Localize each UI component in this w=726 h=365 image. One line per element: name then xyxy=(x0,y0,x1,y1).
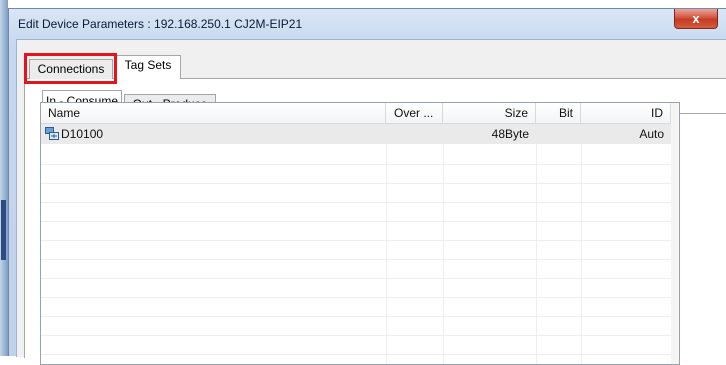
table-scrollbar[interactable] xyxy=(671,103,679,364)
grid-line xyxy=(41,259,673,260)
grid-line xyxy=(386,124,387,364)
grid-line xyxy=(443,124,444,364)
grid-line xyxy=(536,124,537,364)
grid-line xyxy=(581,124,582,364)
cell-over xyxy=(386,124,443,144)
tab-tag-sets[interactable]: Tag Sets xyxy=(115,55,181,79)
grid-line xyxy=(41,240,673,241)
grid-line xyxy=(41,278,673,279)
tag-set-table: Name Over ... Size Bit ID D10100 48Byte … xyxy=(40,102,680,365)
desktop-accent xyxy=(1,200,6,260)
column-header-bit[interactable]: Bit xyxy=(536,103,581,124)
highlight-box xyxy=(24,53,117,84)
close-icon: x xyxy=(692,11,700,26)
title-bar: Edit Device Parameters : 192.168.250.1 C… xyxy=(9,9,726,39)
column-header-name[interactable]: Name xyxy=(41,103,386,124)
grid-line xyxy=(41,335,673,336)
grid-line xyxy=(41,354,673,355)
cell-bit xyxy=(536,124,581,144)
column-header-size[interactable]: Size xyxy=(443,103,536,124)
desktop-edge xyxy=(0,0,8,356)
grid-line xyxy=(41,297,673,298)
dialog-window: Edit Device Parameters : 192.168.250.1 C… xyxy=(8,8,726,365)
cell-name: D10100 xyxy=(61,127,104,141)
table-row[interactable]: D10100 48Byte Auto xyxy=(41,124,673,144)
window-title: Edit Device Parameters : 192.168.250.1 C… xyxy=(18,17,303,31)
close-button[interactable]: x xyxy=(674,9,718,29)
grid-line xyxy=(41,316,673,317)
column-header-id[interactable]: ID xyxy=(581,103,671,124)
cell-id: Auto xyxy=(639,127,664,141)
grid-line xyxy=(41,164,673,165)
cell-size: 48Byte xyxy=(491,127,529,141)
column-header-over[interactable]: Over ... xyxy=(386,103,443,124)
grid-line xyxy=(41,202,673,203)
grid-line xyxy=(41,221,673,222)
grid-line xyxy=(41,183,673,184)
